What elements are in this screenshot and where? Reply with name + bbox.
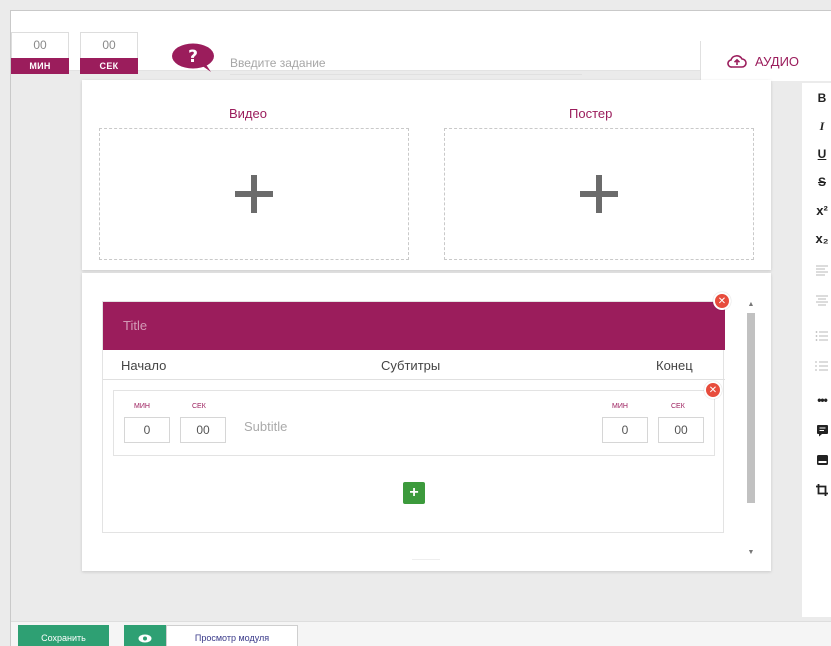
question-bubble-icon: ? bbox=[172, 43, 214, 72]
preview-module-button[interactable]: Просмотр модуля bbox=[166, 625, 298, 646]
subscript-button[interactable]: x₂ bbox=[802, 225, 831, 251]
audio-upload-button[interactable]: АУДИО bbox=[700, 41, 831, 81]
plus-icon bbox=[235, 175, 273, 213]
eye-icon bbox=[138, 634, 152, 642]
italic-label: I bbox=[819, 118, 825, 133]
subtitle-row: ✕ МИН СЕК 0 00 Subtitle МИН СЕК 0 00 bbox=[113, 381, 722, 456]
format-toolbar: B I U S x² x₂ ••• bbox=[802, 83, 831, 617]
start-min-input[interactable]: 0 bbox=[124, 417, 170, 443]
poster-dropzone[interactable] bbox=[444, 128, 754, 260]
strikethrough-button[interactable]: S bbox=[802, 169, 831, 195]
end-min-input[interactable]: 0 bbox=[602, 417, 648, 443]
align-left-button[interactable] bbox=[802, 257, 831, 283]
media-card: Видео Постер bbox=[82, 80, 771, 270]
align-center-icon bbox=[816, 295, 828, 306]
task-input[interactable] bbox=[230, 51, 582, 75]
bottom-bar: Сохранить Просмотр модуля bbox=[11, 621, 831, 646]
subtitles-card: Title ✕ Начало Субтитры Конец ✕ МИН СЕК … bbox=[82, 273, 771, 571]
column-subtitles-label: Субтитры bbox=[381, 358, 441, 373]
timer-seconds-value: 00 bbox=[102, 38, 116, 52]
comment-icon bbox=[816, 424, 828, 436]
underline-label: U bbox=[817, 147, 827, 161]
start-min-label: МИН bbox=[134, 403, 150, 410]
subtitles-title-field[interactable]: Title bbox=[103, 302, 725, 350]
superscript-button[interactable]: x² bbox=[802, 197, 831, 223]
bold-label: B bbox=[817, 91, 827, 105]
subscript-label: x₂ bbox=[815, 230, 829, 246]
crop-icon bbox=[816, 484, 828, 496]
save-button[interactable]: Сохранить bbox=[18, 625, 109, 646]
eye-button[interactable] bbox=[124, 625, 166, 646]
timer-minutes-value: 00 bbox=[33, 38, 47, 52]
bullet-list-button[interactable] bbox=[802, 323, 831, 349]
close-icon[interactable]: ✕ bbox=[704, 381, 722, 399]
superscript-label: x² bbox=[816, 202, 828, 218]
image-icon bbox=[816, 455, 828, 465]
start-sec-label: СЕК bbox=[192, 403, 206, 410]
comment-button[interactable] bbox=[802, 417, 831, 443]
scroll-down-icon[interactable]: ▼ bbox=[745, 549, 757, 556]
column-end-label: Конец bbox=[656, 358, 693, 373]
column-start-label: Начало bbox=[121, 358, 167, 373]
video-dropzone[interactable] bbox=[99, 128, 409, 260]
scroll-thumb[interactable] bbox=[747, 313, 755, 503]
italic-button[interactable]: I bbox=[802, 113, 831, 139]
end-sec-label: СЕК bbox=[671, 403, 685, 410]
timer-seconds[interactable]: 00 СЕК bbox=[80, 32, 138, 74]
end-min-label: МИН bbox=[612, 403, 628, 410]
more-options-label: ••• bbox=[817, 393, 828, 407]
align-left-icon bbox=[816, 265, 828, 276]
svg-text:?: ? bbox=[188, 47, 198, 67]
numbered-list-button[interactable] bbox=[802, 353, 831, 379]
bullet-list-icon bbox=[815, 331, 828, 341]
close-icon[interactable]: ✕ bbox=[713, 292, 731, 310]
timer-minutes-label: МИН bbox=[11, 58, 69, 74]
subtitle-text-input[interactable]: Subtitle bbox=[244, 419, 287, 434]
scroll-up-icon[interactable]: ▲ bbox=[745, 301, 757, 308]
timer-minutes[interactable]: 00 МИН bbox=[11, 32, 69, 74]
timer-seconds-label: СЕК bbox=[80, 58, 138, 74]
more-options-button[interactable]: ••• bbox=[802, 387, 831, 413]
preview-group: Просмотр модуля bbox=[124, 625, 298, 646]
divider bbox=[412, 559, 440, 560]
strikethrough-label: S bbox=[817, 175, 826, 189]
audio-label: АУДИО bbox=[755, 53, 800, 69]
editor-frame: 00 МИН 00 СЕК ? АУДИО B I U S x² x₂ bbox=[10, 10, 831, 646]
underline-button[interactable]: U bbox=[802, 141, 831, 167]
subtitles-panel: Title ✕ Начало Субтитры Конец ✕ МИН СЕК … bbox=[102, 292, 731, 533]
image-button[interactable] bbox=[802, 447, 831, 473]
start-sec-input[interactable]: 00 bbox=[180, 417, 226, 443]
scrollbar[interactable]: ▲ ▼ bbox=[745, 301, 757, 561]
bold-button[interactable]: B bbox=[802, 85, 831, 111]
end-sec-input[interactable]: 00 bbox=[658, 417, 704, 443]
subtitles-column-headers: Начало Субтитры Конец bbox=[103, 350, 725, 380]
top-bar: 00 МИН 00 СЕК ? АУДИО bbox=[11, 11, 831, 81]
add-subtitle-button[interactable]: + bbox=[403, 482, 425, 504]
video-label: Видео bbox=[229, 106, 267, 121]
numbered-list-icon bbox=[815, 361, 828, 371]
crop-button[interactable] bbox=[802, 477, 831, 503]
align-center-button[interactable] bbox=[802, 287, 831, 313]
plus-icon bbox=[580, 175, 618, 213]
cloud-upload-icon bbox=[727, 55, 747, 68]
poster-label: Постер bbox=[569, 106, 613, 121]
